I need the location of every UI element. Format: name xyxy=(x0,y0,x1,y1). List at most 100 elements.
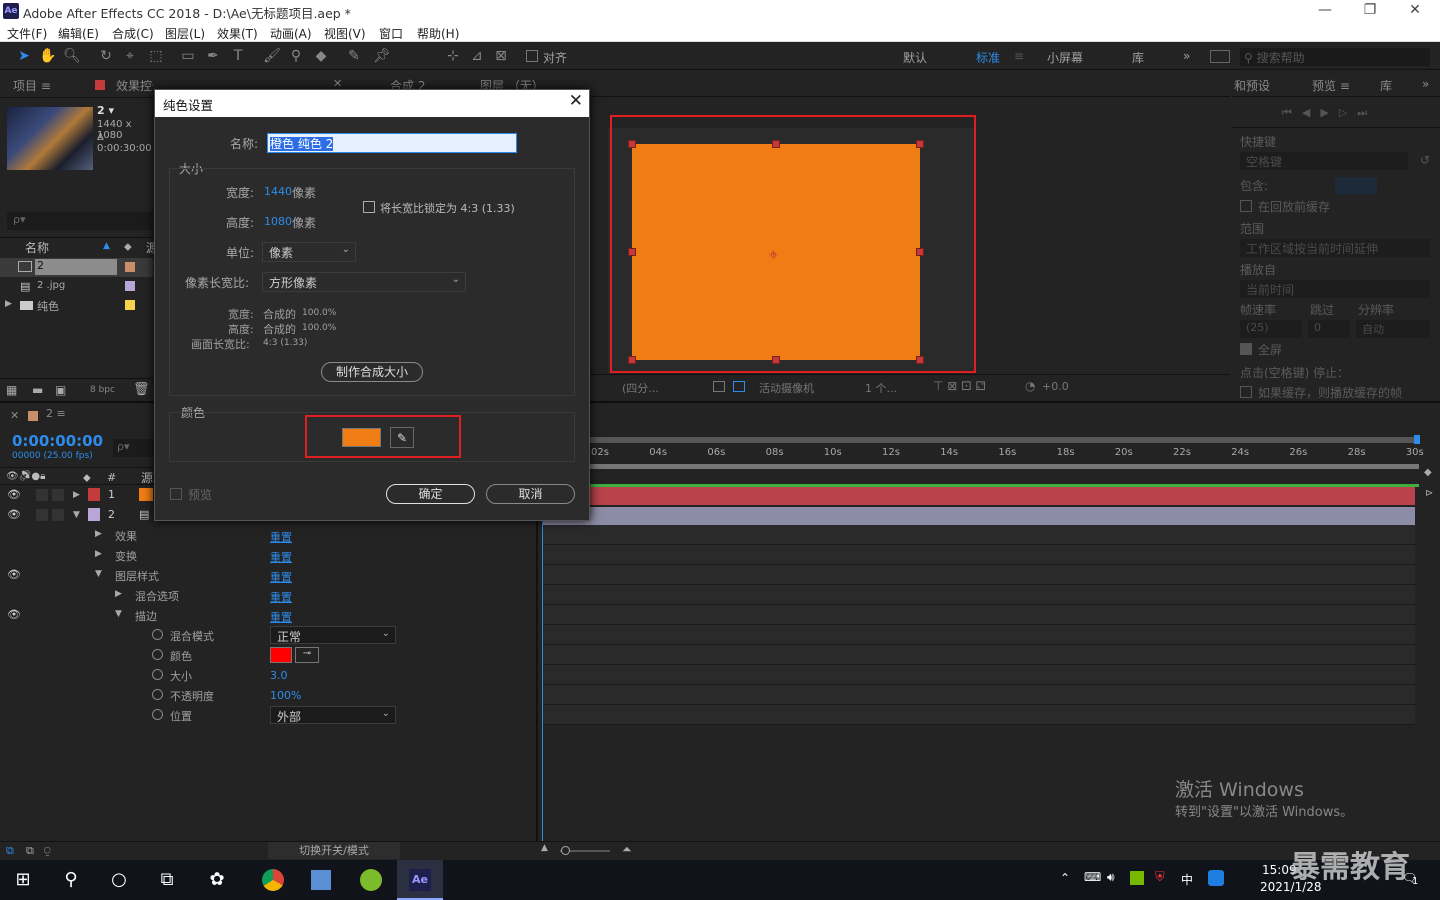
expand-arrow-icon[interactable]: ▶ xyxy=(115,589,122,599)
cache-before-playback-checkbox[interactable] xyxy=(1240,200,1252,212)
toggle-switches-modes-button[interactable]: 切换开关/模式 xyxy=(268,842,400,859)
include-toggles[interactable] xyxy=(1335,177,1377,194)
workspace-libraries[interactable]: 库 xyxy=(1132,49,1144,66)
menu-help[interactable]: 帮助(H) xyxy=(417,25,459,42)
visibility-eye-icon[interactable]: 👁︎ xyxy=(7,488,21,501)
stopwatch-icon[interactable] xyxy=(152,669,163,680)
exposure-value[interactable]: +0.0 xyxy=(1042,380,1069,393)
workspace-menu-icon[interactable]: ≡ xyxy=(1014,49,1024,63)
menu-edit[interactable]: 编辑(E) xyxy=(58,25,99,42)
stroke-opacity-value[interactable]: 100% xyxy=(270,689,301,702)
effects-presets-tab[interactable]: 和预设 xyxy=(1234,77,1270,94)
reset-link[interactable]: 重置 xyxy=(270,549,292,565)
layer-switches-icon[interactable]: ⧉ xyxy=(6,844,14,858)
workspace-overflow-button[interactable]: » xyxy=(1183,49,1190,63)
comp-button-icon[interactable]: ⊳ xyxy=(1425,488,1433,499)
show-channel-icon[interactable] xyxy=(733,381,745,392)
stroke-size-value[interactable]: 3.0 xyxy=(270,669,288,682)
bit-depth-button[interactable]: 8 bpc xyxy=(90,385,115,395)
collapse-arrow-icon[interactable]: ▼ xyxy=(73,510,80,520)
snap-checkbox[interactable] xyxy=(526,50,538,62)
layer-label-color[interactable] xyxy=(88,508,100,521)
nvidia-icon[interactable] xyxy=(1130,871,1144,885)
start-button-icon[interactable]: ⊞ xyxy=(0,860,46,900)
transfer-controls-icon[interactable]: ⧉ xyxy=(26,844,34,858)
maximize-button[interactable]: ❐ xyxy=(1355,2,1385,18)
property-row-stroke[interactable]: 👁︎ ▼ 描边 重置 xyxy=(0,605,536,625)
cancel-button[interactable]: 取消 xyxy=(486,484,575,504)
search-icon[interactable]: ⚲ xyxy=(48,860,94,900)
layer-2-bar[interactable] xyxy=(543,507,1415,525)
eraser-tool-icon[interactable]: ◆ xyxy=(311,46,331,66)
solo-switch[interactable] xyxy=(36,509,48,521)
render-options-icon[interactable]: ⊤ ⊠ ⚀ ⚁ xyxy=(933,379,986,393)
project-tab[interactable]: 项目 ≡ xyxy=(13,77,51,94)
tray-chevron-icon[interactable]: ⌃ xyxy=(1060,871,1070,885)
property-row-transform[interactable]: ▶ 变换 重置 xyxy=(0,545,536,565)
rectangle-tool-icon[interactable]: ▭ xyxy=(178,46,198,66)
dialog-close-button[interactable]: ✕ xyxy=(569,91,583,111)
new-composition-icon[interactable]: ▣ xyxy=(55,383,66,397)
stroke-blend-mode-row[interactable]: 混合模式 正常 ⌄ xyxy=(0,625,536,645)
current-time-indicator[interactable] xyxy=(542,485,543,841)
reset-link[interactable]: 重置 xyxy=(270,529,292,545)
local-axis-icon[interactable]: ⊹ xyxy=(443,46,463,66)
hand-tool-icon[interactable]: ✋ xyxy=(38,46,58,66)
notepad-app-icon[interactable] xyxy=(298,860,344,900)
delete-icon[interactable]: 🗑︎ xyxy=(133,382,150,397)
visibility-eye-icon[interactable]: 👁︎ xyxy=(7,508,21,521)
label-color-swatch[interactable] xyxy=(125,281,135,291)
ime-indicator[interactable]: 中 xyxy=(1181,871,1193,888)
resolution-dropdown[interactable]: 自动 xyxy=(1356,320,1430,338)
cortana-icon[interactable]: ○ xyxy=(96,860,142,900)
reset-link[interactable]: 重置 xyxy=(270,569,292,585)
blend-mode-dropdown[interactable]: 正常 ⌄ xyxy=(270,626,396,644)
solo-switch[interactable] xyxy=(36,489,48,501)
units-dropdown[interactable]: 像素 ⌄ xyxy=(262,242,356,262)
sync-settings-icon[interactable] xyxy=(1210,50,1230,63)
fullscreen-checkbox[interactable] xyxy=(1240,343,1252,355)
expand-arrow-icon[interactable]: ▶ xyxy=(73,490,80,500)
project-row-solids-folder[interactable]: ▶ 纯色 xyxy=(0,296,153,315)
comp-marker-icon[interactable]: ◆ xyxy=(1424,467,1432,478)
camera-tool-icon[interactable]: ⌖ xyxy=(120,46,140,66)
reset-link[interactable]: 重置 xyxy=(270,609,292,625)
solid-name-input[interactable]: 橙色 纯色 2 xyxy=(267,133,517,153)
work-area-bar[interactable] xyxy=(543,437,1419,443)
timeline-tab[interactable]: 2 ≡ xyxy=(46,407,66,420)
magnification-dropdown[interactable]: (四分... xyxy=(622,380,659,396)
visibility-eye-icon[interactable]: 👁︎ xyxy=(7,568,21,581)
view-axis-icon[interactable]: ⊠ xyxy=(491,46,511,66)
menu-animation[interactable]: 动画(A) xyxy=(270,25,312,42)
search-help-input[interactable]: ⚲ 搜索帮助 xyxy=(1240,48,1430,66)
expand-arrow-icon[interactable]: ▶ xyxy=(5,299,12,309)
pan-behind-tool-icon[interactable]: ⬚ xyxy=(146,46,166,66)
menu-effect[interactable]: 效果(T) xyxy=(217,25,258,42)
volume-icon[interactable]: 🔊︎ xyxy=(1107,870,1115,885)
close-window-button[interactable]: ✕ xyxy=(1400,2,1430,18)
keyframe-area[interactable] xyxy=(543,525,1415,725)
rotate-tool-icon[interactable]: ↻ xyxy=(96,46,116,66)
effects-controls-tab[interactable]: 效果控件 橙色 纯色 1 xyxy=(116,77,153,94)
layer-label-color[interactable] xyxy=(88,488,100,501)
property-row-effects[interactable]: ▶ 效果 重置 xyxy=(0,525,536,545)
current-time-display[interactable]: 0:00:00:00 xyxy=(12,432,103,450)
task-view-icon[interactable]: ⧉ xyxy=(144,860,190,900)
make-comp-size-button[interactable]: 制作合成大小 xyxy=(321,362,423,382)
camera-dropdown[interactable]: 活动摄像机 xyxy=(759,380,814,396)
puppet-pin-tool-icon[interactable]: 📌︎ xyxy=(372,46,392,66)
roto-brush-tool-icon[interactable]: ✎ xyxy=(344,46,364,66)
preview-checkbox[interactable] xyxy=(170,488,182,500)
preview-tab[interactable]: 预览 ≡ xyxy=(1312,77,1350,94)
menu-window[interactable]: 窗口 xyxy=(379,25,403,42)
chrome-icon[interactable] xyxy=(250,860,296,900)
stroke-size-row[interactable]: 大小 3.0 xyxy=(0,665,536,685)
project-row-jpg[interactable]: ▤ 2 .jpg xyxy=(0,277,153,296)
range-dropdown[interactable]: 工作区域按当前时间延伸 xyxy=(1240,239,1430,257)
minimize-button[interactable]: — xyxy=(1310,2,1340,18)
security-shield-icon[interactable]: ⛨ xyxy=(1155,870,1165,885)
play-from-dropdown[interactable]: 当前时间 xyxy=(1240,280,1430,298)
view-layout-dropdown[interactable]: 1 个... xyxy=(865,380,897,396)
property-row-blending[interactable]: ▶ 混合选项 重置 xyxy=(0,585,536,605)
panel-overflow-icon[interactable]: » xyxy=(1422,77,1429,91)
